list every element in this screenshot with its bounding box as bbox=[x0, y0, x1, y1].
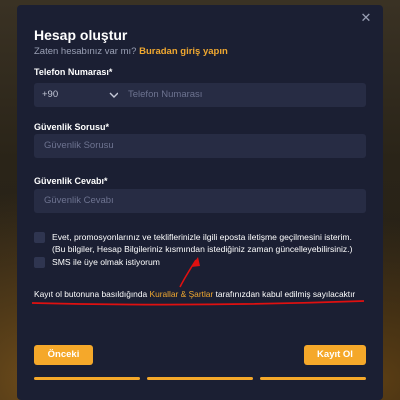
security-question-select[interactable]: Güvenlik Sorusu bbox=[34, 134, 366, 158]
login-prompt-text: Zaten hesabınız var mı? bbox=[34, 46, 137, 57]
email-consent-text: Evet, promosyonlarınız ve tekliflerinizl… bbox=[52, 232, 353, 254]
close-icon[interactable]: ✕ bbox=[359, 11, 373, 25]
phone-number-input[interactable]: Telefon Numarası bbox=[118, 83, 366, 107]
login-link[interactable]: Buradan giriş yapın bbox=[139, 46, 228, 57]
annotation-underline bbox=[31, 300, 365, 306]
phone-label: Telefon Numarası* bbox=[34, 67, 113, 77]
terms-link[interactable]: Kurallar & Şartlar bbox=[149, 289, 213, 299]
email-consent-row[interactable]: Evet, promosyonlarınız ve tekliflerinizl… bbox=[34, 231, 366, 255]
previous-button[interactable]: Önceki bbox=[34, 345, 93, 365]
step-bar-3 bbox=[260, 377, 366, 380]
sms-consent-row[interactable]: SMS ile üye olmak istiyorum bbox=[34, 256, 366, 268]
step-bar-2 bbox=[147, 377, 253, 380]
login-prompt: Zaten hesabınız var mı? Buradan giriş ya… bbox=[34, 46, 228, 57]
modal-title: Hesap oluştur bbox=[34, 27, 128, 43]
country-code-value: +90 bbox=[42, 89, 59, 100]
terms-suffix: tarafınızdan kabul edilmiş sayılacaktır bbox=[215, 289, 356, 299]
step-bar-1 bbox=[34, 377, 140, 380]
country-code-select[interactable]: +90 bbox=[34, 83, 127, 107]
terms-notice: Kayıt ol butonuna basıldığında Kurallar … bbox=[34, 289, 355, 299]
register-button[interactable]: Kayıt Ol bbox=[304, 345, 366, 365]
step-progress bbox=[34, 377, 366, 380]
sms-consent-text: SMS ile üye olmak istiyorum bbox=[52, 257, 160, 267]
security-question-label: Güvenlik Sorusu* bbox=[34, 122, 110, 132]
email-consent-checkbox[interactable] bbox=[34, 232, 45, 243]
sms-consent-checkbox[interactable] bbox=[34, 257, 45, 268]
security-answer-label: Güvenlik Cevabı* bbox=[34, 176, 108, 186]
register-modal: ✕ Hesap oluştur Zaten hesabınız var mı? … bbox=[17, 5, 383, 400]
terms-prefix: Kayıt ol butonuna basıldığında bbox=[34, 289, 148, 299]
security-answer-input[interactable]: Güvenlik Cevabı bbox=[34, 189, 366, 213]
